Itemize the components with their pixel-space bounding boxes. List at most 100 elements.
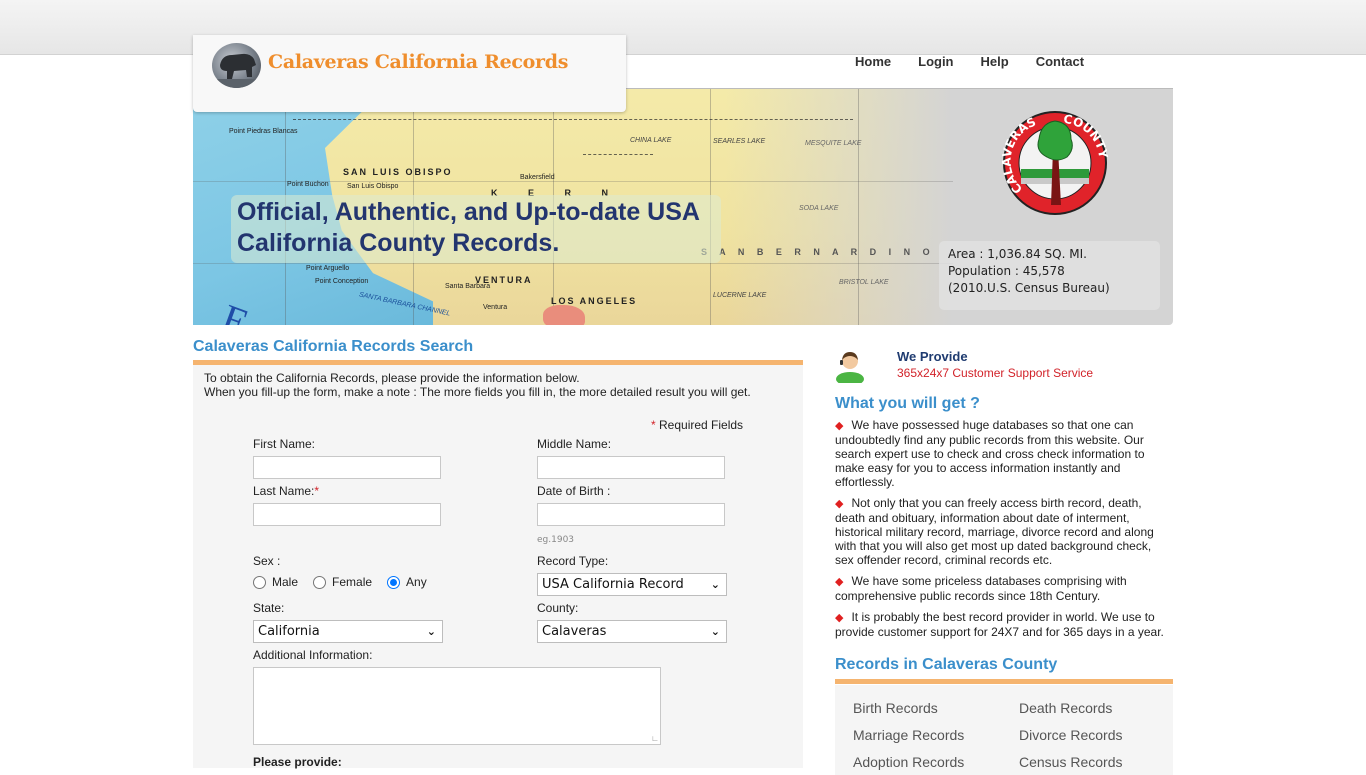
benefit-text: It is probably the best record provider … <box>835 610 1164 639</box>
support-agent-icon <box>836 352 864 383</box>
map-label: Ventura <box>483 304 508 311</box>
map-label: San Luis Obispo <box>347 183 399 190</box>
intro-line: To obtain the California Records, please… <box>204 371 580 385</box>
sex-radio-male[interactable] <box>253 575 266 589</box>
map-label: SEARLES LAKE <box>713 138 766 145</box>
required-note-label: Required Fields <box>659 418 744 432</box>
red-diamond-icon: ◆ <box>835 612 844 624</box>
benefit-text: Not only that you can freely access birt… <box>835 496 1154 567</box>
birth-records-link[interactable]: Birth Records <box>853 700 938 716</box>
middle-name-label: Middle Name: <box>537 437 612 451</box>
benefit-item: ◆ Not only that you can freely access bir… <box>835 496 1165 567</box>
last-name-label: Last Name:* <box>253 484 319 498</box>
nav-help[interactable]: Help <box>981 54 1009 69</box>
sex-option-label: Female <box>332 575 373 589</box>
state-select[interactable]: California ⌄ <box>253 620 443 643</box>
map-label: S A N B E R N A R D I N O <box>701 247 935 257</box>
benefit-text: We have some priceless databases compris… <box>835 574 1127 603</box>
first-name-input[interactable] <box>253 456 441 479</box>
marriage-records-link[interactable]: Marriage Records <box>853 727 964 743</box>
state-value: California <box>258 624 320 639</box>
last-name-input[interactable] <box>253 503 441 526</box>
additional-info-label: Additional Information: <box>253 648 373 662</box>
search-section-title: Calaveras California Records Search <box>193 338 474 355</box>
benefit-item: ◆ It is probably the best record provider… <box>835 610 1165 639</box>
stats-source: (2010.U.S. Census Bureau) <box>948 281 1110 295</box>
main-nav: Home Login Help Contact <box>855 54 1111 69</box>
search-form: To obtain the California Records, please… <box>193 365 803 769</box>
map-label: LUCERNE LAKE <box>713 292 767 299</box>
map-label: LOS ANGELES <box>551 296 638 306</box>
records-title: Records in Calaveras County <box>835 656 1058 673</box>
resize-grip-icon[interactable]: ∟ <box>651 734 659 743</box>
map-label: Bakersfield <box>520 174 555 181</box>
we-provide-title: We Provide <box>897 349 968 364</box>
required-star: * <box>314 484 320 498</box>
benefits-list: ◆ We have possessed huge databases so tha… <box>835 418 1165 646</box>
last-name-label-text: Last Name: <box>253 484 315 498</box>
sex-option-label: Any <box>406 575 427 589</box>
map-label: BRISTOL LAKE <box>839 279 889 286</box>
we-provide-subtitle: 365x24x7 Customer Support Service <box>897 366 1094 380</box>
nav-home[interactable]: Home <box>855 54 891 69</box>
search-intro: To obtain the California Records, please… <box>204 371 751 399</box>
dob-label: Date of Birth : <box>537 484 611 498</box>
site-logo-card[interactable]: Calaveras California Records <box>193 35 626 112</box>
red-diamond-icon: ◆ <box>835 420 844 432</box>
required-fields-note: * Required Fields <box>651 418 743 432</box>
divorce-records-link[interactable]: Divorce Records <box>1019 727 1122 743</box>
sex-radio-any[interactable] <box>387 575 401 589</box>
map-label: Point Conception <box>315 278 369 285</box>
death-records-link[interactable]: Death Records <box>1019 700 1112 716</box>
nav-contact[interactable]: Contact <box>1036 54 1084 69</box>
california-bear-icon <box>212 43 261 88</box>
benefit-item: ◆ We have possessed huge databases so tha… <box>835 418 1165 489</box>
calaveras-county-seal-icon: CALAVERAS COUNTY <box>1001 111 1109 215</box>
map-label: CHINA LAKE <box>630 137 672 144</box>
county-stats-box: Area : 1,036.84 SQ. MI. Population : 45,… <box>939 241 1160 310</box>
county-area: Area : 1,036.84 SQ. MI. <box>948 247 1087 261</box>
los-angeles-area <box>543 305 585 325</box>
additional-info-textarea[interactable]: ∟ <box>253 667 661 745</box>
required-star: * <box>651 418 656 432</box>
chevron-down-icon: ⌄ <box>426 625 436 638</box>
map-label: Point Buchon <box>287 181 329 188</box>
nav-divider <box>626 88 1173 89</box>
please-provide-label: Please provide: <box>253 755 342 769</box>
map-label: Santa Barbara <box>445 283 491 290</box>
banner-headline: Official, Authentic, and Up-to-date USA … <box>231 195 721 263</box>
county-population: Population : 45,578 <box>948 264 1065 278</box>
record-type-value: USA California Record <box>542 577 684 592</box>
map-label: SODA LAKE <box>799 205 839 212</box>
dob-input[interactable] <box>537 503 725 526</box>
sex-radio-female[interactable] <box>313 575 327 589</box>
map-label: Point Piedras Blancas <box>229 128 298 135</box>
benefit-text: We have possessed huge databases so that… <box>835 418 1145 489</box>
sex-radio-group: Male Female Any <box>253 575 442 589</box>
first-name-label: First Name: <box>253 437 316 451</box>
records-links-panel: Birth Records Death Records Marriage Rec… <box>835 685 1173 775</box>
sex-label: Sex : <box>253 554 281 568</box>
red-diamond-icon: ◆ <box>835 498 844 510</box>
chevron-down-icon: ⌄ <box>710 578 720 591</box>
state-label: State: <box>253 601 285 615</box>
dob-hint: eg.1903 <box>537 535 575 545</box>
site-title[interactable]: Calaveras California Records <box>268 51 568 73</box>
benefit-item: ◆ We have some priceless databases compri… <box>835 574 1165 603</box>
chevron-down-icon: ⌄ <box>710 625 720 638</box>
middle-name-input[interactable] <box>537 456 725 479</box>
map-label: MESQUITE LAKE <box>805 140 862 147</box>
record-type-select[interactable]: USA California Record ⌄ <box>537 573 727 596</box>
hero-banner: E Point Piedras Blancas SAN LUIS OBISPO … <box>193 89 1173 325</box>
what-you-get-title: What you will get ? <box>835 395 980 412</box>
map-label: Point Arguello <box>306 265 350 272</box>
intro-line: When you fill-up the form, make a note :… <box>204 385 751 399</box>
county-select[interactable]: Calaveras ⌄ <box>537 620 727 643</box>
county-value: Calaveras <box>542 624 607 639</box>
records-title-underline <box>835 679 1173 684</box>
county-label: County: <box>537 601 579 615</box>
nav-login[interactable]: Login <box>918 54 953 69</box>
sex-option-label: Male <box>272 575 299 589</box>
record-type-label: Record Type: <box>537 554 609 568</box>
red-diamond-icon: ◆ <box>835 576 844 588</box>
